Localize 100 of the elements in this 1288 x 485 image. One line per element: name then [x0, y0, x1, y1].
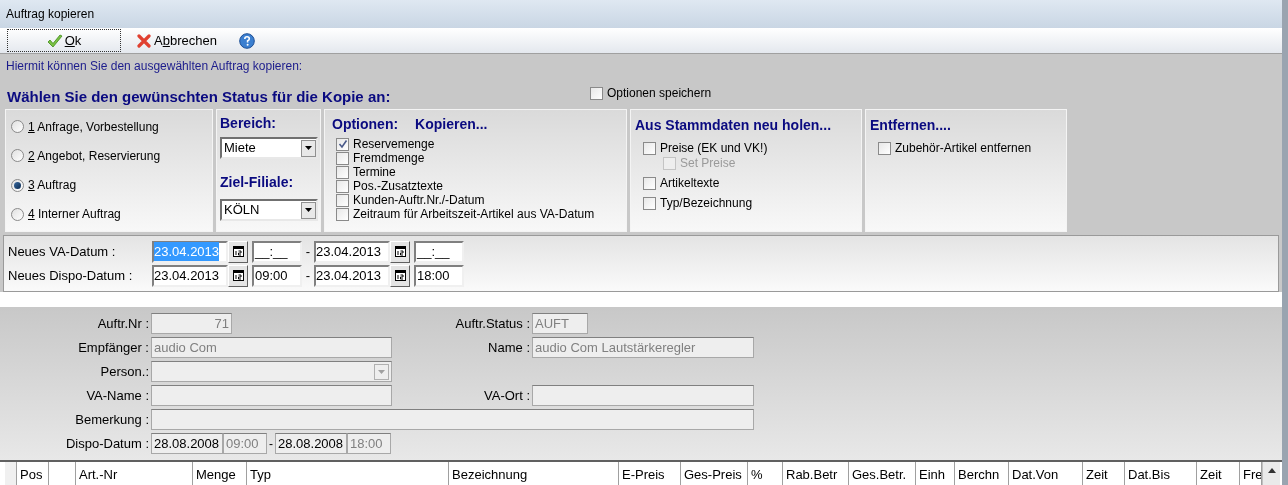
time-field[interactable]: __:__: [414, 240, 464, 263]
calendar-button[interactable]: [390, 264, 410, 287]
radio-label: 3 Auftrag: [28, 177, 77, 195]
date-field[interactable]: 23.04.2013: [314, 264, 390, 287]
section-heading: Wählen Sie den gewünschten Status für die Kopie an:: [7, 88, 392, 106]
checkbox[interactable]: [878, 141, 891, 155]
column-header[interactable]: Zeit: [1197, 462, 1240, 485]
checkbox-label: Zubehör-Artikel entfernen: [895, 140, 1032, 157]
calendar-icon: [394, 246, 406, 257]
scroll-up-icon[interactable]: [1267, 468, 1276, 473]
field-label: VA-Name :: [85, 386, 150, 405]
input-field[interactable]: [151, 385, 392, 406]
calendar-icon: [394, 270, 406, 281]
radio-label: 1 Anfrage, Vorbestellung: [28, 118, 159, 136]
input-field[interactable]: [151, 409, 754, 430]
checkbox[interactable]: [643, 196, 656, 210]
column-header[interactable]: Zeit: [1083, 462, 1125, 485]
checkbox-label: Fremdmenge: [353, 151, 425, 165]
column-header[interactable]: Berchn: [955, 462, 1009, 485]
bereich-dropdown[interactable]: Miete: [220, 137, 318, 159]
field-label: Empfänger :: [77, 338, 150, 357]
radio-button[interactable]: [11, 207, 24, 221]
calendar-button[interactable]: [228, 240, 248, 263]
date-separator: -: [268, 435, 274, 453]
column-header[interactable]: E-Preis: [619, 462, 681, 485]
branch-dropdown[interactable]: KÖLN: [220, 199, 318, 221]
checkbox[interactable]: [336, 137, 349, 151]
column-header[interactable]: Ges.Betr.: [849, 462, 916, 485]
checkbox[interactable]: [336, 165, 349, 179]
scrollbar[interactable]: [1262, 462, 1280, 485]
close-icon: [137, 33, 151, 48]
date-field[interactable]: 23.04.2013: [314, 240, 390, 263]
column-header[interactable]: [5, 462, 17, 485]
field-label: Neues Dispo-Datum :: [8, 266, 134, 285]
date-field[interactable]: 28.08.2008: [151, 433, 223, 454]
date-field[interactable]: 28.08.2008: [275, 433, 347, 454]
group-title: Aus Stammdaten neu holen...: [635, 116, 833, 135]
field-label: Dispo-Datum :: [64, 434, 150, 453]
checkbox-label: Artikeltexte: [660, 175, 720, 192]
input-field[interactable]: audio Com: [151, 337, 392, 358]
radio-button[interactable]: [11, 120, 24, 134]
field-label: Name :: [487, 338, 531, 357]
input-field[interactable]: [532, 385, 754, 406]
calendar-button[interactable]: [228, 264, 248, 287]
column-header[interactable]: Rab.Betr: [783, 462, 849, 485]
field-label: Bemerkung :: [74, 410, 150, 429]
checkbox[interactable]: [643, 176, 656, 190]
time-field[interactable]: 18:00: [347, 433, 391, 454]
group-title: Kopieren...: [415, 115, 488, 134]
radio-button[interactable]: [11, 149, 24, 163]
column-header[interactable]: Typ: [247, 462, 449, 485]
time-field[interactable]: 09:00: [252, 264, 302, 287]
column-header[interactable]: Dat.Bis: [1125, 462, 1197, 485]
checkmark-icon: [46, 33, 63, 48]
checkbox[interactable]: [590, 86, 603, 100]
date-separator: -: [304, 266, 312, 285]
checkbox-label: Set Preise: [680, 155, 736, 172]
checkbox-label: Typ/Bezeichnung: [660, 195, 753, 212]
ok-button[interactable]: Ok: [7, 29, 121, 52]
checkbox-label: Preise (EK und VK!): [660, 140, 768, 157]
checkbox-label: Optionen speichern: [607, 85, 712, 102]
checkbox[interactable]: [336, 151, 349, 165]
column-header[interactable]: Menge: [193, 462, 247, 485]
checkbox-label: Kunden-Auftr.Nr./-Datum: [353, 193, 485, 207]
field-label: Neues VA-Datum :: [8, 242, 117, 261]
checkbox-label: Reservemenge: [353, 137, 435, 151]
checkbox[interactable]: [336, 179, 349, 193]
window-title: Auftrag kopieren: [6, 6, 95, 23]
calendar-button[interactable]: [390, 240, 410, 263]
help-icon: [238, 32, 255, 49]
column-header[interactable]: Pos: [17, 462, 49, 485]
column-header[interactable]: Art.-Nr: [76, 462, 193, 485]
checkbox[interactable]: [336, 207, 349, 221]
cancel-button[interactable]: Abbrechen: [135, 29, 219, 52]
checkbox-label: Pos.-Zusatztexte: [353, 179, 444, 193]
date-field[interactable]: 23.04.2013: [152, 264, 228, 287]
group-title: Optionen:: [332, 115, 399, 134]
column-header[interactable]: Bezeichnung: [449, 462, 619, 485]
date-separator: -: [304, 242, 312, 261]
column-header[interactable]: %: [748, 462, 783, 485]
time-field[interactable]: __:__: [252, 240, 302, 263]
column-header[interactable]: Dat.Von: [1009, 462, 1083, 485]
radio-label: 4 Interner Auftrag: [28, 206, 121, 224]
calendar-icon: [232, 270, 244, 281]
person-dropdown[interactable]: [151, 361, 392, 382]
field-label: Auftr.Nr :: [96, 314, 150, 333]
column-header[interactable]: Ges-Preis: [681, 462, 748, 485]
checkbox[interactable]: [643, 141, 656, 155]
column-header[interactable]: Einh: [916, 462, 955, 485]
radio-label: 2 Angebot, Reservierung: [28, 147, 161, 165]
checkbox-label: Zeitraum für Arbeitszeit-Artikel aus VA-Datum: [353, 207, 595, 221]
field-label: VA-Ort :: [483, 386, 531, 405]
radio-button[interactable]: [11, 178, 24, 192]
time-field[interactable]: 18:00: [414, 264, 464, 287]
checkbox[interactable]: [336, 193, 349, 207]
group-title: Entfernen....: [870, 116, 952, 135]
help-button[interactable]: [238, 32, 255, 49]
calendar-icon: [232, 246, 244, 257]
checkbox-label: Termine: [353, 165, 396, 179]
time-field[interactable]: 09:00: [223, 433, 267, 454]
